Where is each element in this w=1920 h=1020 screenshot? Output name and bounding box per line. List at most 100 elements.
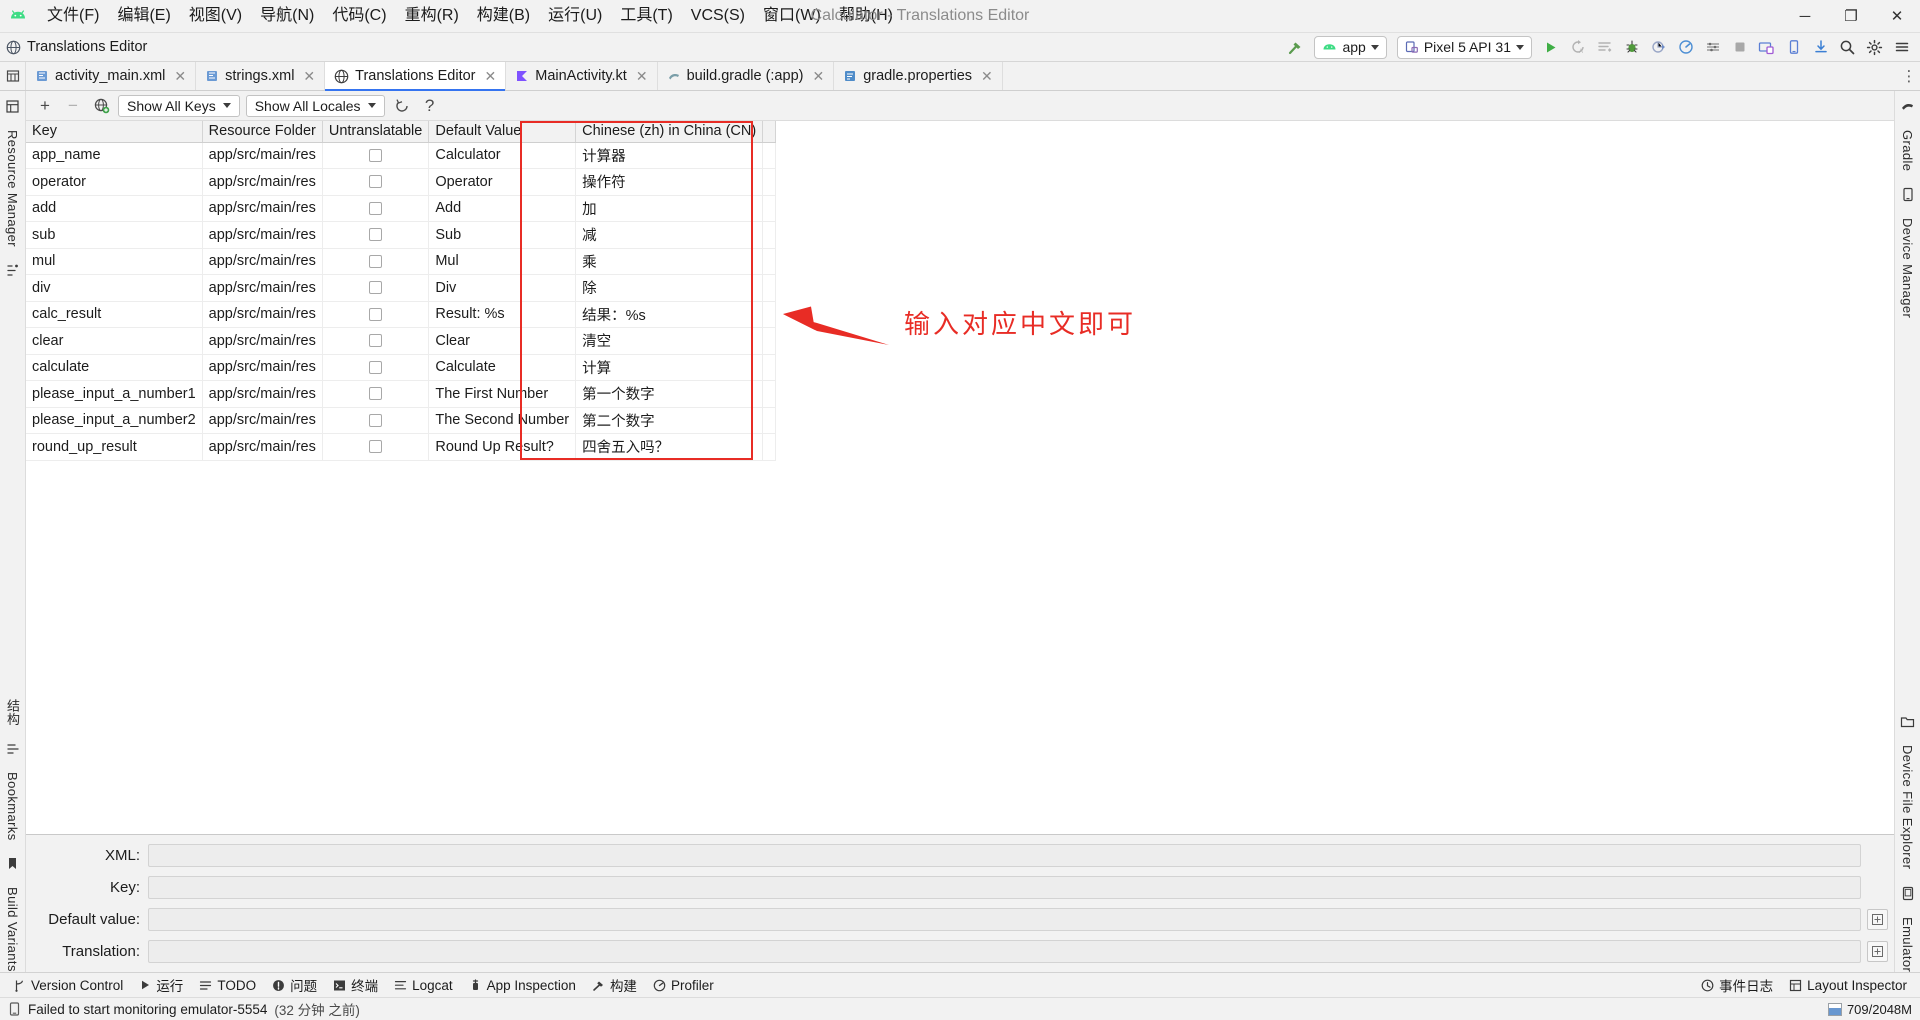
tw-todo[interactable]: TODO — [192, 976, 263, 995]
tw-logcat[interactable]: Logcat — [387, 976, 460, 995]
menu-file[interactable]: 文件(F) — [38, 5, 108, 27]
cell-default-value[interactable]: Mul — [428, 248, 577, 275]
cell-filler[interactable] — [762, 142, 777, 169]
cell-key[interactable]: calc_result — [26, 301, 203, 328]
cell-default-value[interactable]: The Second Number — [428, 407, 577, 434]
cell-resource-folder[interactable]: app/src/main/res — [202, 195, 323, 222]
cell-resource-folder[interactable]: app/src/main/res — [202, 354, 323, 381]
table-row[interactable]: add app/src/main/res Add 加 — [26, 195, 777, 222]
tab-mainactivity-kt[interactable]: MainActivity.kt ✕ — [506, 62, 658, 90]
apply-changes-icon[interactable]: A — [1565, 35, 1590, 60]
cell-translation-zh-cn[interactable]: 四舍五入吗？ — [575, 433, 764, 461]
cell-filler[interactable] — [762, 327, 777, 355]
tool-structure[interactable]: 结构 — [3, 699, 22, 726]
cell-resource-folder[interactable]: app/src/main/res — [202, 248, 323, 275]
cell-untranslatable[interactable] — [322, 407, 430, 434]
cell-default-value[interactable]: Add — [428, 195, 577, 222]
emulator-icon[interactable] — [1901, 886, 1915, 901]
cell-resource-folder[interactable]: app/src/main/res — [202, 221, 323, 249]
cell-key[interactable]: please_input_a_number1 — [26, 380, 203, 408]
tab-overflow-menu-icon[interactable]: ⋮ — [1898, 62, 1920, 90]
cell-translation-zh-cn[interactable]: 减 — [575, 221, 764, 249]
close-icon[interactable]: ✕ — [174, 68, 186, 85]
menu-code[interactable]: 代码(C) — [323, 5, 395, 27]
menu-refactor[interactable]: 重构(R) — [396, 5, 468, 27]
menu-tools[interactable]: 工具(T) — [611, 5, 681, 27]
cell-default-value[interactable]: The First Number — [428, 380, 577, 408]
table-row[interactable]: app_name app/src/main/res Calculator 计算器 — [26, 142, 777, 169]
default-value-field[interactable] — [148, 908, 1861, 931]
cell-translation-zh-cn[interactable]: 加 — [575, 195, 764, 222]
menu-view[interactable]: 视图(V) — [180, 5, 251, 27]
remove-key-button[interactable]: − — [62, 95, 84, 117]
cell-key[interactable]: please_input_a_number2 — [26, 407, 203, 434]
tool-emulator[interactable]: Emulator — [1900, 917, 1915, 972]
untranslatable-checkbox[interactable] — [369, 387, 383, 401]
tw-app-inspection[interactable]: App Inspection — [462, 976, 583, 995]
window-maximize-button[interactable]: ❐ — [1828, 0, 1874, 33]
close-icon[interactable]: ✕ — [812, 68, 824, 85]
cell-resource-folder[interactable]: app/src/main/res — [202, 274, 323, 302]
tw-profiler[interactable]: Profiler — [646, 976, 721, 995]
sdk-download-icon[interactable] — [1808, 35, 1833, 60]
window-minimize-button[interactable]: ─ — [1782, 0, 1828, 33]
status-message[interactable]: Failed to start monitoring emulator-5554 — [28, 1002, 267, 1017]
tw-event-log[interactable]: 事件日志 — [1694, 973, 1780, 997]
tool-bookmarks[interactable]: Bookmarks — [5, 772, 20, 841]
column-header-chinese-zh-cn[interactable]: Chinese (zh) in China (CN) — [575, 121, 764, 143]
stop-icon[interactable] — [1727, 35, 1752, 60]
cell-untranslatable[interactable] — [322, 301, 430, 328]
tab-activity-main-xml[interactable]: activity_main.xml ✕ — [26, 62, 197, 90]
cell-resource-folder[interactable]: app/src/main/res — [202, 301, 323, 328]
untranslatable-checkbox[interactable] — [369, 201, 383, 215]
tab-translations-editor[interactable]: Translations Editor ✕ — [325, 62, 507, 91]
project-tool-toggle[interactable] — [0, 62, 26, 90]
tool-device-manager[interactable]: Device Manager — [1900, 218, 1915, 318]
table-row[interactable]: mul app/src/main/res Mul 乘 — [26, 248, 777, 275]
cell-translation-zh-cn[interactable]: 计算 — [575, 354, 764, 381]
tw-build[interactable]: 构建 — [585, 973, 644, 997]
debug-icon[interactable] — [1619, 35, 1644, 60]
column-header-default-value[interactable]: Default Value — [428, 121, 577, 143]
table-row[interactable]: operator app/src/main/res Operator 操作符 — [26, 168, 777, 196]
cell-filler[interactable] — [762, 354, 777, 381]
cell-translation-zh-cn[interactable]: 第一个数字 — [575, 380, 764, 408]
cell-filler[interactable] — [762, 221, 777, 249]
table-row[interactable]: round_up_result app/src/main/res Round Up … — [26, 433, 777, 461]
untranslatable-checkbox[interactable] — [369, 413, 383, 427]
translation-expand-button[interactable] — [1867, 941, 1888, 962]
table-row[interactable]: div app/src/main/res Div 除 — [26, 274, 777, 302]
avd-manager-icon[interactable] — [1754, 35, 1779, 60]
untranslatable-checkbox[interactable] — [369, 228, 383, 242]
table-row[interactable]: please_input_a_number1 app/src/main/res Th… — [26, 380, 777, 408]
cell-resource-folder[interactable]: app/src/main/res — [202, 433, 323, 461]
menu-window[interactable]: 窗口(W) — [754, 5, 830, 27]
device-manager-icon[interactable] — [1901, 187, 1915, 202]
apply-code-changes-icon[interactable] — [1592, 35, 1617, 60]
cell-default-value[interactable]: Calculator — [428, 142, 577, 169]
tw-problems[interactable]: 问题 — [265, 973, 324, 997]
cell-translation-zh-cn[interactable]: 乘 — [575, 248, 764, 275]
add-locale-globe-icon[interactable] — [90, 95, 112, 117]
tab-build-gradle-app[interactable]: build.gradle (:app) ✕ — [657, 62, 835, 90]
cell-filler[interactable] — [762, 274, 777, 302]
tab-strings-xml[interactable]: strings.xml ✕ — [196, 62, 326, 90]
profile-icon[interactable] — [1673, 35, 1698, 60]
table-row[interactable]: please_input_a_number2 app/src/main/res Th… — [26, 407, 777, 434]
cell-resource-folder[interactable]: app/src/main/res — [202, 142, 323, 169]
cell-default-value[interactable]: Clear — [428, 327, 577, 355]
device-mirror-icon[interactable] — [1781, 35, 1806, 60]
menu-navigate[interactable]: 导航(N) — [251, 5, 323, 27]
device-explorer-icon[interactable] — [1700, 35, 1725, 60]
untranslatable-checkbox[interactable] — [369, 440, 383, 454]
search-icon[interactable] — [1835, 35, 1860, 60]
help-button[interactable]: ? — [419, 95, 441, 117]
locales-filter-dropdown[interactable]: Show All Locales — [245, 94, 385, 117]
cell-untranslatable[interactable] — [322, 354, 430, 381]
cell-untranslatable[interactable] — [322, 380, 430, 408]
cell-untranslatable[interactable] — [322, 168, 430, 196]
menu-edit[interactable]: 编辑(E) — [108, 5, 179, 27]
cell-resource-folder[interactable]: app/src/main/res — [202, 407, 323, 434]
folder-device-icon[interactable] — [1900, 715, 1915, 729]
cell-default-value[interactable]: Div — [428, 274, 577, 302]
